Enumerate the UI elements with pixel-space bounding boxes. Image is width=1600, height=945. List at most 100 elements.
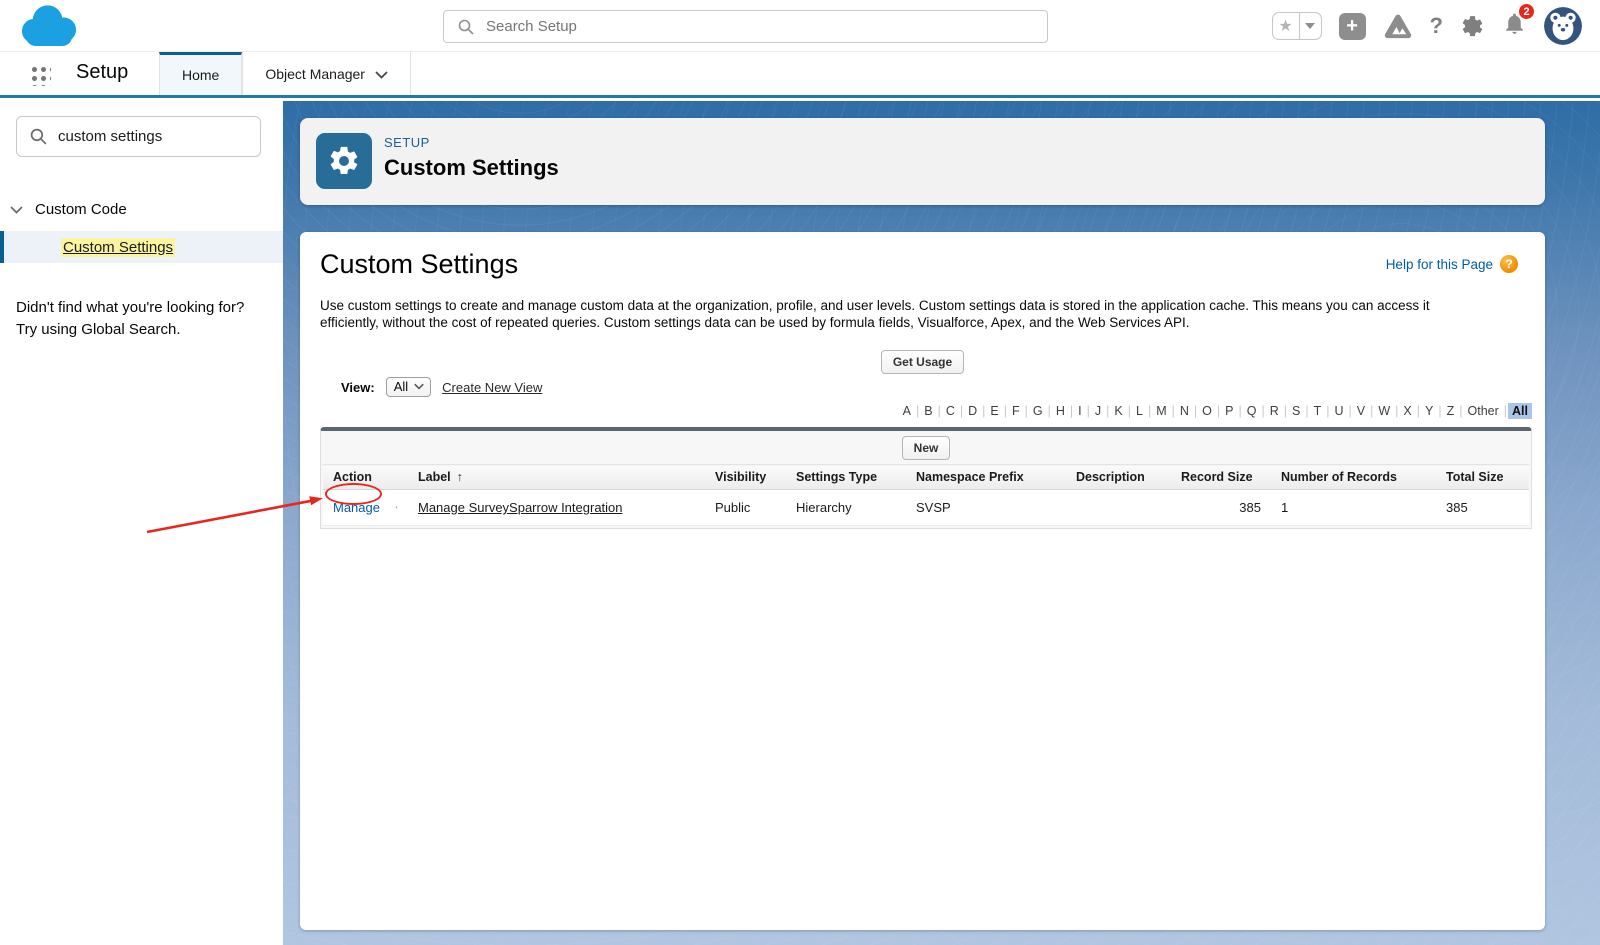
sidebar-item-custom-settings[interactable]: Custom Settings xyxy=(0,231,283,263)
help-question-icon[interactable]: ? xyxy=(1430,13,1443,39)
alpha-filter-x[interactable]: X xyxy=(1399,403,1415,419)
custom-settings-table: Action Label↑ Visibility Settings Type N… xyxy=(323,464,1529,526)
setting-label-link[interactable]: Manage SurveySparrow Integration xyxy=(418,500,623,515)
table-header-row: Action Label↑ Visibility Settings Type N… xyxy=(323,465,1529,490)
favorites-dropdown-icon[interactable] xyxy=(1300,13,1321,39)
col-visibility[interactable]: Visibility xyxy=(705,465,786,490)
chevron-down-icon[interactable] xyxy=(10,206,23,214)
tab-object-manager-label: Object Manager xyxy=(265,66,365,82)
global-search-input[interactable] xyxy=(486,18,1006,35)
alpha-separator: | xyxy=(1349,404,1352,418)
alpha-separator: | xyxy=(1172,404,1175,418)
alpha-separator: | xyxy=(938,404,941,418)
alpha-filter-e[interactable]: E xyxy=(986,403,1002,419)
setup-sidebar: Custom Code Custom Settings Didn't find … xyxy=(0,101,283,945)
setup-gear-icon[interactable] xyxy=(1460,14,1485,39)
alpha-filter-r[interactable]: R xyxy=(1266,403,1283,419)
chevron-down-icon[interactable] xyxy=(375,71,388,79)
alpha-separator: | xyxy=(1504,404,1507,418)
alpha-filter-k[interactable]: K xyxy=(1110,403,1126,419)
alpha-filter-b[interactable]: B xyxy=(920,403,936,419)
alpha-filter-o[interactable]: O xyxy=(1198,403,1216,419)
custom-settings-panel: Custom Settings Help for this Page ? Use… xyxy=(300,232,1545,930)
alpha-filter-y[interactable]: Y xyxy=(1421,403,1437,419)
col-description[interactable]: Description xyxy=(1066,465,1171,490)
alpha-separator: | xyxy=(1417,404,1420,418)
alpha-separator: | xyxy=(1238,404,1241,418)
alpha-filter-l[interactable]: L xyxy=(1132,403,1147,419)
cell-description xyxy=(1066,490,1171,526)
new-button[interactable]: New xyxy=(902,436,951,460)
manage-link[interactable]: Manage xyxy=(333,500,380,515)
custom-settings-gear-icon xyxy=(316,133,372,189)
col-record-size[interactable]: Record Size xyxy=(1171,465,1271,490)
custom-settings-link[interactable]: Custom Settings xyxy=(61,238,175,257)
col-action[interactable]: Action xyxy=(323,465,408,490)
search-icon xyxy=(458,19,474,35)
col-number-of-records[interactable]: Number of Records xyxy=(1271,465,1436,490)
col-settings-type[interactable]: Settings Type xyxy=(786,465,906,490)
alpha-filter-w[interactable]: W xyxy=(1374,403,1394,419)
notification-count-badge: 2 xyxy=(1517,2,1536,21)
alpha-separator: | xyxy=(982,404,985,418)
alpha-filter-z[interactable]: Z xyxy=(1443,403,1459,419)
alpha-filter-h[interactable]: H xyxy=(1052,403,1069,419)
create-new-view-link[interactable]: Create New View xyxy=(442,380,542,395)
panel-heading: Custom Settings xyxy=(320,249,518,280)
sidebar-section-custom-code[interactable]: Custom Code xyxy=(10,201,127,218)
alpha-filter-n[interactable]: N xyxy=(1176,403,1193,419)
col-label[interactable]: Label↑ xyxy=(408,465,705,490)
page-title: Custom Settings xyxy=(384,155,559,181)
global-header: ★ + ? 2 xyxy=(0,0,1600,52)
alpha-separator: | xyxy=(1106,404,1109,418)
alpha-filter-g[interactable]: G xyxy=(1029,403,1047,419)
alpha-filter-m[interactable]: M xyxy=(1152,403,1170,419)
alpha-separator: | xyxy=(1438,404,1441,418)
salesforce-logo-icon xyxy=(16,4,82,50)
col-total-size[interactable]: Total Size xyxy=(1436,465,1529,490)
sidebar-not-found-note: Didn't find what you're looking for? Try… xyxy=(16,297,244,341)
setup-nav-bar: Setup Home Object Manager xyxy=(0,52,1600,98)
alpha-filter-other[interactable]: Other xyxy=(1464,403,1503,419)
alpha-filter-t[interactable]: T xyxy=(1310,403,1326,419)
notifications-button[interactable]: 2 xyxy=(1502,11,1527,41)
alpha-separator: | xyxy=(1261,404,1264,418)
cell-number-of-records: 1 xyxy=(1271,490,1436,526)
sort-asc-icon: ↑ xyxy=(457,470,463,484)
cell-settings-type: Hierarchy xyxy=(786,490,906,526)
tab-home[interactable]: Home xyxy=(159,52,242,95)
alpha-filter-f[interactable]: F xyxy=(1008,403,1024,419)
alpha-separator: | xyxy=(1284,404,1287,418)
alpha-filter-i[interactable]: I xyxy=(1074,403,1085,419)
alpha-filter-j[interactable]: J xyxy=(1091,403,1105,419)
alpha-filter-all[interactable]: All xyxy=(1508,403,1532,419)
user-avatar[interactable] xyxy=(1544,7,1582,45)
get-usage-button[interactable]: Get Usage xyxy=(881,350,964,374)
view-select-value: All xyxy=(394,379,408,394)
help-orange-question-icon[interactable]: ? xyxy=(1500,255,1518,273)
alpha-filter-a[interactable]: A xyxy=(899,403,915,419)
alpha-filter-c[interactable]: C xyxy=(942,403,959,419)
alpha-filter-d[interactable]: D xyxy=(964,403,981,419)
view-select[interactable]: All xyxy=(386,377,431,397)
col-namespace-prefix[interactable]: Namespace Prefix xyxy=(906,465,1066,490)
alpha-filter-q[interactable]: Q xyxy=(1243,403,1261,419)
alpha-filter-p[interactable]: P xyxy=(1221,403,1237,419)
favorites-star-icon[interactable]: ★ xyxy=(1273,13,1300,39)
guidance-center-icon[interactable] xyxy=(1383,13,1413,40)
alpha-separator: | xyxy=(1194,404,1197,418)
cell-visibility: Public xyxy=(705,490,786,526)
chevron-down-icon xyxy=(414,383,424,390)
alpha-filter-u[interactable]: U xyxy=(1330,403,1347,419)
tab-object-manager[interactable]: Object Manager xyxy=(242,52,411,95)
help-for-this-page-link[interactable]: Help for this Page xyxy=(1386,257,1493,272)
download-icon[interactable] xyxy=(395,498,398,517)
quick-create-plus-icon[interactable]: + xyxy=(1339,13,1366,40)
app-launcher-waffle-icon[interactable] xyxy=(30,65,51,86)
alpha-separator: | xyxy=(1025,404,1028,418)
alpha-separator: | xyxy=(1004,404,1007,418)
alpha-filter-s[interactable]: S xyxy=(1288,403,1304,419)
favorites-button[interactable]: ★ xyxy=(1272,12,1322,40)
sidebar-search-input[interactable] xyxy=(58,128,243,145)
alpha-filter-v[interactable]: V xyxy=(1353,403,1369,419)
